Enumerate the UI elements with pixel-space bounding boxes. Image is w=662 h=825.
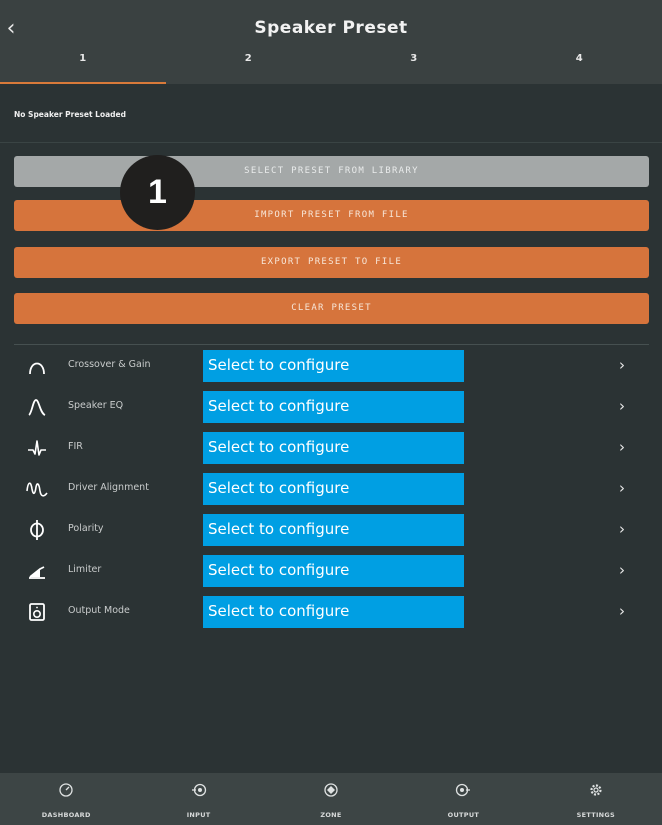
row-label: Output Mode xyxy=(68,605,130,616)
fir-waveform-icon xyxy=(26,435,48,461)
row-value: Select to configure xyxy=(203,350,464,382)
nav-zone[interactable]: ZONE xyxy=(265,773,397,825)
tab-3[interactable]: 3 xyxy=(331,48,497,84)
speaker-box-icon xyxy=(26,599,48,625)
chevron-right-icon: › xyxy=(619,602,625,620)
page-title: Speaker Preset xyxy=(254,18,408,38)
import-preset-from-file-button[interactable]: IMPORT PRESET FROM FILE xyxy=(14,200,649,231)
nav-label: INPUT xyxy=(186,811,211,819)
driver-alignment-row[interactable]: Driver Alignment Select to configure › xyxy=(0,473,662,505)
row-value: Select to configure xyxy=(203,391,464,423)
section-divider xyxy=(14,344,649,345)
nav-dashboard[interactable]: DASHBOARD xyxy=(0,773,132,825)
driver-alignment-icon xyxy=(26,476,48,502)
export-preset-to-file-button[interactable]: EXPORT PRESET TO FILE xyxy=(14,247,649,278)
divider xyxy=(0,142,662,143)
crossover-gain-row[interactable]: Crossover & Gain Select to configure › xyxy=(0,350,662,382)
select-preset-from-library-button[interactable]: SELECT PRESET FROM LIBRARY xyxy=(14,156,649,187)
row-label: Speaker EQ xyxy=(68,400,124,411)
chevron-right-icon: › xyxy=(619,561,625,579)
limiter-icon xyxy=(26,558,48,584)
crossover-icon xyxy=(26,353,48,379)
row-label: Crossover & Gain xyxy=(68,359,151,370)
tab-bar: 1 2 3 4 xyxy=(0,48,662,84)
chevron-right-icon: › xyxy=(619,397,625,415)
dashboard-icon xyxy=(58,782,74,798)
row-value: Select to configure xyxy=(203,432,464,464)
eq-curve-icon xyxy=(26,394,48,420)
zone-icon xyxy=(323,782,339,798)
nav-label: DASHBOARD xyxy=(41,811,91,819)
chevron-right-icon: › xyxy=(619,479,625,497)
nav-label: OUTPUT xyxy=(447,811,480,819)
limiter-row[interactable]: Limiter Select to configure › xyxy=(0,555,662,587)
clear-preset-button[interactable]: CLEAR PRESET xyxy=(14,293,649,324)
nav-settings[interactable]: SETTINGS xyxy=(530,773,662,825)
polarity-row[interactable]: Polarity Select to configure › xyxy=(0,514,662,546)
row-label: Driver Alignment xyxy=(68,482,149,493)
speaker-eq-row[interactable]: Speaker EQ Select to configure › xyxy=(0,391,662,423)
nav-label: ZONE xyxy=(320,811,342,819)
input-icon xyxy=(191,782,207,798)
preset-status-text: No Speaker Preset Loaded xyxy=(14,110,126,119)
chevron-right-icon: › xyxy=(619,356,625,374)
tab-1[interactable]: 1 xyxy=(0,48,166,84)
output-mode-row[interactable]: Output Mode Select to configure › xyxy=(0,596,662,628)
polarity-icon xyxy=(26,517,48,543)
nav-label: SETTINGS xyxy=(576,811,616,819)
row-label: Limiter xyxy=(68,564,102,575)
chevron-right-icon: › xyxy=(619,438,625,456)
row-value: Select to configure xyxy=(203,596,464,628)
chevron-right-icon: › xyxy=(619,520,625,538)
row-value: Select to configure xyxy=(203,555,464,587)
fir-row[interactable]: FIR Select to configure › xyxy=(0,432,662,464)
nav-output[interactable]: OUTPUT xyxy=(397,773,529,825)
tab-4[interactable]: 4 xyxy=(497,48,662,84)
row-label: FIR xyxy=(68,441,83,452)
row-value: Select to configure xyxy=(203,514,464,546)
row-label: Polarity xyxy=(68,523,104,534)
gear-icon xyxy=(588,782,604,798)
nav-input[interactable]: INPUT xyxy=(132,773,264,825)
step-number-badge: 1 xyxy=(120,155,195,230)
row-value: Select to configure xyxy=(203,473,464,505)
bottom-nav: DASHBOARD INPUT ZONE OUTPUT SETTINGS xyxy=(0,773,662,825)
output-icon xyxy=(455,782,471,798)
header: ‹ Speaker Preset 1 2 3 4 xyxy=(0,0,662,84)
tab-2[interactable]: 2 xyxy=(166,48,332,84)
